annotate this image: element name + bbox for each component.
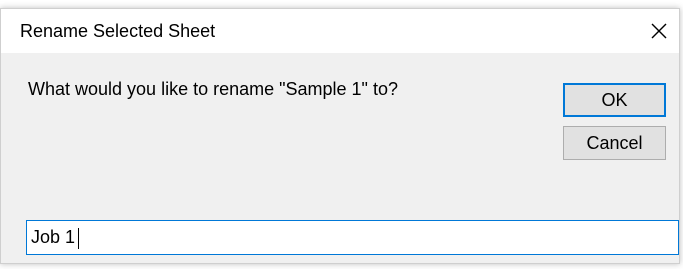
close-icon: [651, 23, 667, 39]
sheet-name-input[interactable]: [26, 220, 679, 255]
rename-sheet-dialog: Rename Selected Sheet What would you lik…: [0, 8, 680, 264]
title-bar: Rename Selected Sheet: [1, 9, 679, 53]
close-button[interactable]: [643, 15, 675, 47]
dialog-title: Rename Selected Sheet: [20, 21, 216, 41]
cancel-button[interactable]: Cancel: [563, 126, 666, 160]
ok-button[interactable]: OK: [563, 83, 666, 117]
text-caret: [78, 228, 79, 249]
rename-prompt: What would you like to rename "Sample 1"…: [28, 79, 398, 99]
